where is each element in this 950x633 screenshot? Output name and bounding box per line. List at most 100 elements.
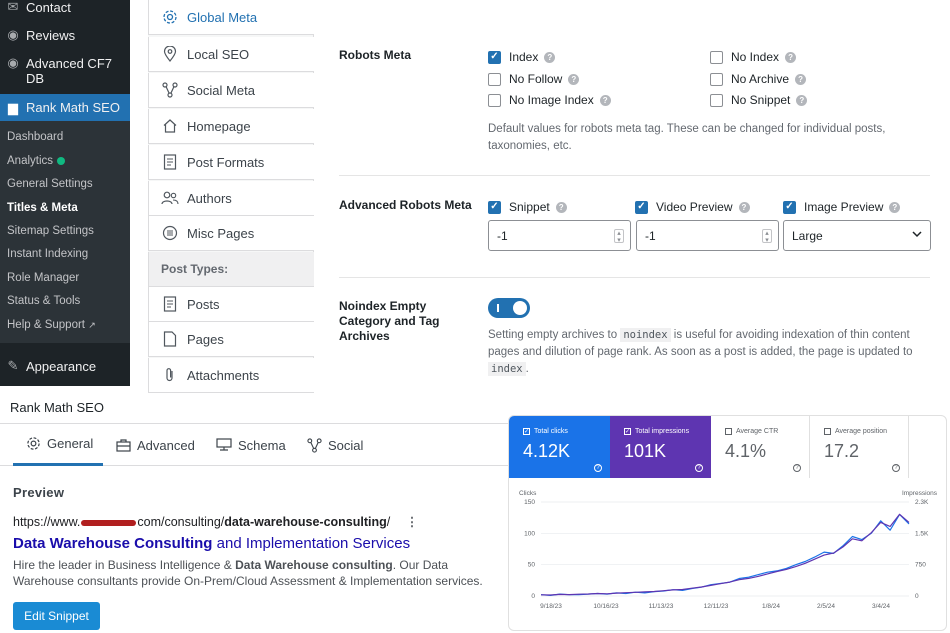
submenu-instant-indexing[interactable]: Instant Indexing bbox=[7, 248, 88, 260]
nav-attachments[interactable]: Attachments bbox=[148, 358, 314, 393]
submenu-general-settings[interactable]: General Settings bbox=[7, 178, 93, 190]
home-icon bbox=[161, 118, 179, 134]
mail-icon: ✉ bbox=[7, 0, 19, 14]
help-icon[interactable]: ? bbox=[738, 201, 750, 213]
help-icon[interactable]: ? bbox=[796, 94, 808, 106]
rank-math-submenu: Dashboard Analytics General Settings Tit… bbox=[0, 121, 130, 343]
submenu-role-manager[interactable]: Role Manager bbox=[7, 272, 79, 284]
checkbox-no-archive[interactable]: No Archive? bbox=[710, 72, 807, 86]
checkmark-icon: ✓ bbox=[488, 50, 501, 64]
noindex-empty-toggle[interactable] bbox=[488, 298, 530, 318]
noindex-empty-label: Noindex Empty Category and Tag Archives bbox=[339, 299, 440, 343]
nav-homepage[interactable]: Homepage bbox=[148, 109, 314, 144]
help-icon[interactable]: ? bbox=[795, 73, 807, 85]
nav-posts[interactable]: Posts bbox=[148, 287, 314, 322]
page-icon bbox=[161, 331, 179, 347]
nav-social-meta[interactable]: Social Meta bbox=[148, 73, 314, 108]
help-icon[interactable]: ? bbox=[568, 73, 580, 85]
metric-average-position[interactable]: Average position 17.2 ? bbox=[810, 416, 909, 478]
x-tick-label: 11/13/23 bbox=[649, 603, 674, 610]
stepper-arrows-icon[interactable]: ▴ ▾ bbox=[614, 229, 624, 244]
checkbox-icon: ✓ bbox=[624, 428, 631, 435]
help-icon[interactable]: ? bbox=[889, 201, 901, 213]
status-dot bbox=[57, 156, 66, 165]
y-tick-label-right: 750 bbox=[915, 562, 926, 569]
kebab-menu-icon[interactable]: ⋮ bbox=[406, 515, 419, 529]
advanced-robots-label: Advanced Robots Meta bbox=[339, 198, 472, 212]
checkmark-icon: ✓ bbox=[783, 200, 796, 214]
nav-post-formats[interactable]: Post Formats bbox=[148, 145, 314, 180]
nav-misc-pages[interactable]: Misc Pages bbox=[148, 216, 314, 251]
y-tick-label-right: 0 bbox=[915, 593, 919, 600]
post-types-header: Post Types: bbox=[148, 252, 314, 287]
nav-local-seo[interactable]: Local SEO bbox=[148, 37, 314, 72]
checkbox-no-index[interactable]: No Index? bbox=[710, 50, 797, 64]
tab-general[interactable]: General bbox=[13, 424, 103, 466]
robots-meta-label: Robots Meta bbox=[339, 48, 411, 62]
x-tick-label: 10/16/23 bbox=[593, 603, 619, 610]
y-tick-label-left: 0 bbox=[531, 593, 535, 600]
metric-average-ctr[interactable]: Average CTR 4.1% ? bbox=[711, 416, 810, 478]
map-pin-icon bbox=[161, 46, 179, 62]
robots-meta-description: Default values for robots meta tag. Thes… bbox=[488, 123, 886, 152]
checkbox-index[interactable]: ✓ Index? bbox=[488, 50, 556, 64]
help-icon[interactable]: ? bbox=[785, 51, 797, 63]
submenu-sitemap-settings[interactable]: Sitemap Settings bbox=[7, 225, 94, 237]
brush-icon: ✎ bbox=[7, 358, 19, 373]
tab-social[interactable]: Social bbox=[307, 424, 363, 466]
gear-icon bbox=[161, 9, 179, 25]
help-icon[interactable]: ? bbox=[599, 94, 611, 106]
checkbox-no-image-index[interactable]: No Image Index? bbox=[488, 93, 611, 107]
document-icon bbox=[161, 296, 179, 312]
snippet-length-input[interactable]: -1 ▴ ▾ bbox=[488, 220, 631, 251]
checkbox-snippet[interactable]: ✓ Snippet? bbox=[488, 200, 567, 214]
metric-total-impressions[interactable]: ✓ Total impressions 101K ? bbox=[610, 416, 711, 478]
x-tick-label: 3/4/24 bbox=[872, 603, 890, 610]
y-tick-label-right: 2.3K bbox=[915, 499, 929, 506]
help-icon[interactable]: ? bbox=[555, 201, 567, 213]
checkbox-image-preview[interactable]: ✓ Image Preview? bbox=[783, 200, 901, 214]
submenu-help-support[interactable]: Help & Support ↗ bbox=[7, 319, 96, 331]
edit-snippet-button[interactable]: Edit Snippet bbox=[13, 602, 100, 630]
submenu-analytics[interactable]: Analytics bbox=[7, 155, 66, 167]
image-preview-select[interactable]: Large bbox=[783, 220, 931, 251]
menu-item-appearance[interactable]: ✎ Appearance bbox=[0, 358, 130, 375]
nav-pages[interactable]: Pages bbox=[148, 322, 314, 357]
serp-title[interactable]: Data Warehouse Consulting and Implementa… bbox=[13, 535, 410, 552]
help-icon[interactable]: ? bbox=[544, 51, 556, 63]
checkmark-icon: ✓ bbox=[635, 200, 648, 214]
submenu-status-tools[interactable]: Status & Tools bbox=[7, 295, 80, 307]
external-link-icon: ↗ bbox=[88, 320, 96, 330]
list-circle-icon bbox=[161, 225, 179, 241]
editor-panel-title: Rank Math SEO bbox=[10, 400, 104, 415]
checkbox-video-preview[interactable]: ✓ Video Preview? bbox=[635, 200, 750, 214]
menu-item-reviews[interactable]: ◉ Reviews bbox=[0, 28, 130, 44]
metric-total-clicks[interactable]: ✓ Total clicks 4.12K ? bbox=[509, 416, 610, 478]
submenu-dashboard[interactable]: Dashboard bbox=[7, 131, 63, 143]
nav-authors[interactable]: Authors bbox=[148, 181, 314, 216]
help-icon: ? bbox=[793, 464, 801, 472]
preview-label: Preview bbox=[13, 485, 65, 500]
toolbox-icon bbox=[116, 438, 131, 452]
menu-item-contact[interactable]: ✉ Contact bbox=[0, 0, 130, 15]
code-noindex: noindex bbox=[620, 328, 671, 342]
performance-card: ✓ Total clicks 4.12K ? ✓ Total impressions… bbox=[508, 415, 947, 631]
menu-item-advanced-cf7-db[interactable]: ◉ Advanced CF7 DB bbox=[0, 56, 130, 87]
checkbox-icon bbox=[725, 428, 732, 435]
video-preview-input[interactable]: -1 ▴ ▾ bbox=[636, 220, 779, 251]
checkbox-no-snippet[interactable]: No Snippet? bbox=[710, 93, 808, 107]
menu-item-rank-math[interactable]: ▆ Rank Math SEO bbox=[0, 94, 130, 121]
submenu-titles-meta[interactable]: Titles & Meta bbox=[7, 202, 78, 214]
users-icon bbox=[161, 190, 179, 206]
code-index: index bbox=[488, 362, 526, 376]
tab-advanced[interactable]: Advanced bbox=[116, 424, 195, 466]
checkbox-no-follow[interactable]: No Follow? bbox=[488, 72, 580, 86]
divider bbox=[339, 175, 930, 176]
checkbox-icon bbox=[824, 428, 831, 435]
x-tick-label: 2/5/24 bbox=[817, 603, 835, 610]
noindex-empty-description: Setting empty archives to noindex is use… bbox=[488, 328, 913, 376]
y-tick-label-left: 100 bbox=[524, 530, 535, 537]
tab-schema[interactable]: Schema bbox=[216, 424, 286, 466]
nav-global-meta[interactable]: Global Meta bbox=[148, 0, 314, 35]
stepper-arrows-icon[interactable]: ▴ ▾ bbox=[762, 229, 772, 244]
